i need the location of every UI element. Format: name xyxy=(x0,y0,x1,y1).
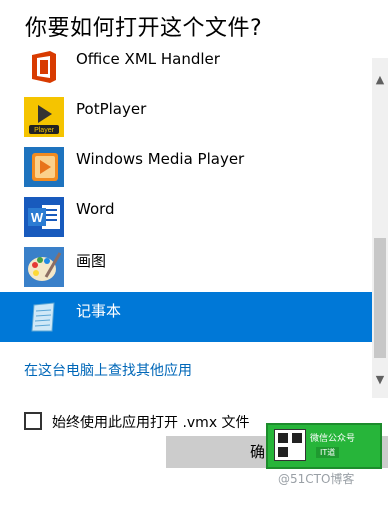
wechat-text: 微信公众号 xyxy=(310,434,356,444)
windows-media-player-icon xyxy=(24,147,64,187)
dialog-title: 你要如何打开这个文件? xyxy=(25,16,263,41)
scrollbar-thumb[interactable] xyxy=(374,238,386,358)
app-item-paint[interactable]: 画图 xyxy=(0,242,372,292)
find-other-apps-link[interactable]: 在这台电脑上查找其他应用 xyxy=(24,360,192,380)
qr-code-icon xyxy=(274,429,306,461)
app-item-office-xml-handler[interactable]: Office XML Handler xyxy=(0,42,372,92)
potplayer-icon: Player xyxy=(24,97,64,137)
potplayer-icon-text: Player xyxy=(34,127,55,134)
scroll-down-icon[interactable]: ▼ xyxy=(372,372,388,388)
notepad-icon xyxy=(24,297,64,337)
paint-icon xyxy=(24,247,64,287)
app-item-potplayer[interactable]: Player PotPlayer xyxy=(0,92,372,142)
app-list: Office XML Handler Player PotPlayer Wind… xyxy=(0,42,372,352)
app-label: Word xyxy=(76,200,115,218)
office-xml-handler-icon xyxy=(24,47,64,87)
wechat-sub: IT道 xyxy=(316,447,340,458)
scrollbar[interactable]: ▲ ▼ xyxy=(372,58,388,398)
blog-watermark: @51CTO博客 xyxy=(278,472,355,486)
app-label: 记事本 xyxy=(76,302,122,320)
app-label: 画图 xyxy=(76,252,107,270)
always-use-label: 始终使用此应用打开 .vmx 文件 xyxy=(52,415,250,431)
always-use-checkbox[interactable] xyxy=(24,412,42,430)
scroll-up-icon[interactable]: ▲ xyxy=(372,72,388,88)
wechat-watermark: 微信公众号 IT道 xyxy=(266,423,382,469)
app-item-word[interactable]: W Word xyxy=(0,192,372,242)
ok-button-label: 确 xyxy=(250,443,266,461)
app-item-notepad[interactable]: 记事本 xyxy=(0,292,372,342)
app-item-windows-media-player[interactable]: Windows Media Player xyxy=(0,142,372,192)
app-label: Windows Media Player xyxy=(76,150,245,168)
word-icon: W xyxy=(24,197,64,237)
word-icon-text: W xyxy=(31,210,44,225)
app-label: PotPlayer xyxy=(76,100,147,118)
app-label: Office XML Handler xyxy=(76,50,220,68)
